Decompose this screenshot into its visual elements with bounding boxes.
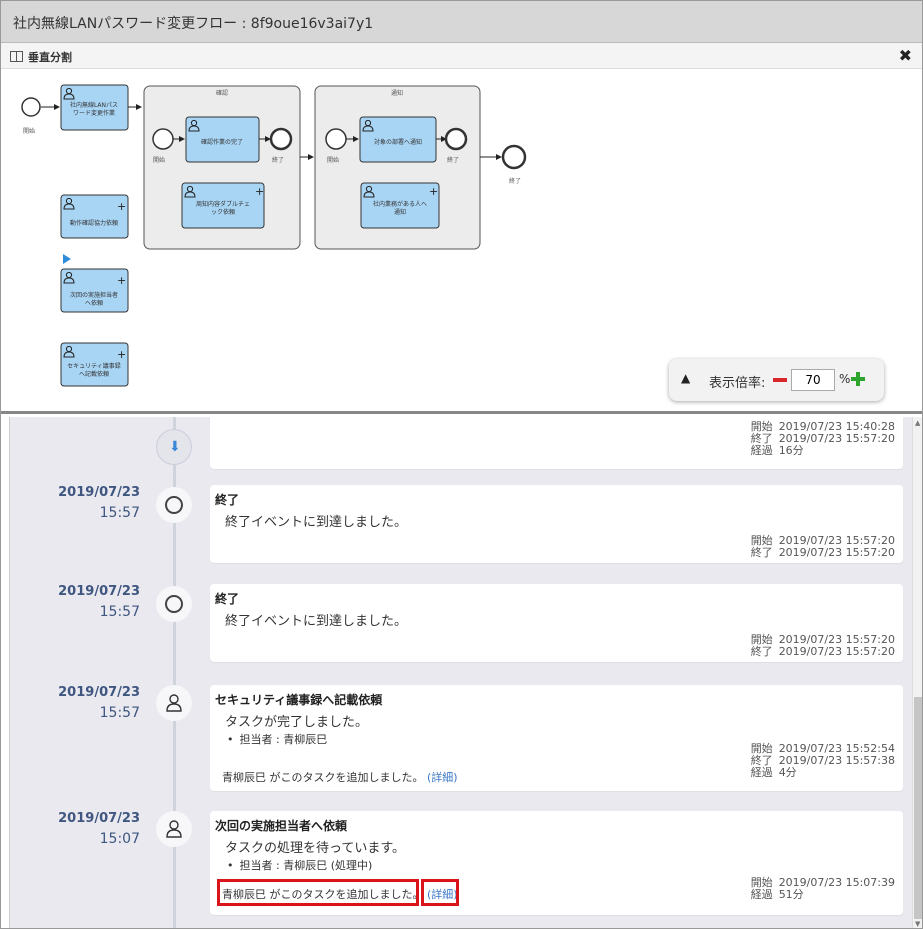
- end-event-marker: [156, 586, 192, 622]
- svg-text:+: +: [255, 185, 264, 198]
- task-next-assignee-line2: へ依頼: [85, 299, 103, 307]
- end-circle-icon: [165, 595, 183, 613]
- card-assignee: 担当者 : 青柳辰巳: [227, 731, 328, 747]
- highlight-detail-link: [421, 879, 459, 906]
- card-stats: 開始 2019/07/23 15:57:20 終了 2019/07/23 15:57…: [750, 633, 895, 658]
- added-by-text: 青柳辰巳 がこのタスクを追加しました。: [222, 771, 424, 784]
- entry-date: 2019/07/23: [58, 685, 140, 700]
- card-message: 終了イベントに到達しました。: [225, 515, 408, 530]
- notify-start-label: 開始: [327, 156, 339, 164]
- card-title: 終了: [215, 493, 240, 507]
- zoom-input[interactable]: [791, 369, 835, 391]
- start-label: 開始: [23, 127, 35, 135]
- confirm-start-event[interactable]: [152, 128, 174, 150]
- card-stats: 開始 2019/07/23 15:07:39 経過 51分: [750, 876, 895, 901]
- zoom-unit: %: [839, 372, 851, 386]
- entry-date: 2019/07/23: [58, 584, 140, 599]
- card-stats: 開始 2019/07/23 15:40:28 終了 2019/07/23 15:57…: [750, 420, 895, 457]
- notify-end-label: 終了: [447, 156, 459, 164]
- entry-time: 15:57: [99, 505, 140, 521]
- task-operation-check-label: 動作確認協力依頼: [70, 219, 118, 227]
- home-icon[interactable]: ▲: [681, 371, 690, 385]
- end-circle-icon: [165, 496, 183, 514]
- task-security-minutes-line2: へ記載依頼: [79, 370, 109, 378]
- subprocess-notify-title: 通知: [391, 89, 403, 97]
- flow-window: 社内無線LANパスワード変更フロー : 8f9oue16v3ai7y1 垂直分割…: [0, 0, 923, 929]
- card-stats: 開始 2019/07/23 15:52:54 終了 2019/07/23 15:57…: [750, 742, 895, 779]
- notify-start-event[interactable]: [325, 128, 347, 150]
- task-notify-department-label: 対象の部署へ通知: [374, 138, 422, 146]
- entry-time: 15:07: [99, 831, 140, 847]
- zoom-out-button[interactable]: [773, 378, 787, 382]
- card-stats: 開始 2019/07/23 15:57:20 終了 2019/07/23 15:57…: [750, 534, 895, 559]
- timeline-card: 終了 終了イベントに到達しました。 開始 2019/07/23 15:57:20 …: [210, 485, 903, 563]
- card-message: タスクの処理を待っています。: [225, 841, 406, 856]
- timeline-card-partial: 開始 2019/07/23 15:40:28 終了 2019/07/23 15:57…: [210, 417, 903, 469]
- flow-diagram: 開始 社内無線LANパス ワード変更作業 確認 開始 確認作業の完了 終了 + …: [1, 69, 922, 414]
- current-task-pointer: [63, 254, 71, 264]
- entry-date: 2019/07/23: [58, 485, 140, 500]
- card-footer: 青柳辰巳 がこのタスクを追加しました。 (詳細): [222, 769, 458, 785]
- entry-time: 15:57: [99, 705, 140, 721]
- arrow-down-icon: ⬇: [169, 439, 181, 455]
- user-icon: [166, 820, 182, 838]
- card-title: 終了: [215, 592, 240, 606]
- user-task-marker: [156, 685, 192, 721]
- highlight-added-by: [217, 879, 419, 906]
- toolbar: 垂直分割 ✖: [1, 43, 922, 69]
- svg-text:+: +: [117, 200, 126, 213]
- notify-end-event[interactable]: [444, 127, 468, 151]
- card-title: 次回の実施担当者へ依頼: [215, 819, 348, 833]
- scrollbar-thumb[interactable]: [914, 697, 922, 919]
- confirm-end-label: 終了: [272, 156, 284, 164]
- end-event-marker: [156, 487, 192, 523]
- task-confirm-complete-label: 確認作業の完了: [201, 138, 243, 146]
- entry-date: 2019/07/23: [58, 811, 140, 826]
- zoom-panel: ▲ 表示倍率: %: [669, 359, 884, 401]
- task-next-assignee-line1: 次回の実施担当者: [70, 291, 118, 299]
- timeline-card: セキュリティ議事録へ記載依頼 タスクが完了しました。 担当者 : 青柳辰巳 開始…: [210, 685, 903, 791]
- title-bar: 社内無線LANパスワード変更フロー : 8f9oue16v3ai7y1: [1, 1, 922, 43]
- scroll-down-marker[interactable]: ⬇: [156, 429, 192, 465]
- task-lan-password-line2: ワード変更作業: [73, 109, 115, 117]
- task-double-check-line2: ック依頼: [211, 208, 235, 216]
- zoom-in-button[interactable]: [851, 372, 865, 386]
- card-message: タスクが完了しました。: [225, 715, 369, 730]
- zoom-label: 表示倍率:: [709, 376, 766, 391]
- timeline-scrollbar[interactable]: ▲ ▼: [912, 417, 922, 928]
- detail-link[interactable]: (詳細): [427, 771, 458, 784]
- svg-text:+: +: [429, 185, 438, 198]
- scroll-down-icon[interactable]: ▼: [915, 920, 920, 928]
- timeline-card: 終了 終了イベントに到達しました。 開始 2019/07/23 15:57:20 …: [210, 584, 903, 662]
- card-message: 終了イベントに到達しました。: [225, 614, 408, 629]
- card-assignee: 担当者 : 青柳辰巳 (処理中): [227, 857, 373, 873]
- end-label: 終了: [509, 177, 521, 185]
- confirm-end-event[interactable]: [269, 127, 293, 151]
- split-view-icon[interactable]: [10, 51, 23, 62]
- user-icon: [166, 694, 182, 712]
- task-lan-password-line1: 社内無線LANパス: [70, 101, 118, 109]
- split-view-button[interactable]: 垂直分割: [28, 49, 72, 65]
- card-title: セキュリティ議事録へ記載依頼: [215, 693, 383, 707]
- task-notify-internal-line1: 社内業務がある人へ: [373, 200, 427, 208]
- window-title: 社内無線LANパスワード変更フロー : 8f9oue16v3ai7y1: [13, 16, 374, 32]
- start-event[interactable]: [21, 97, 41, 117]
- user-task-marker: [156, 811, 192, 847]
- task-security-minutes-line1: セキュリティ議事録: [67, 362, 121, 370]
- entry-time: 15:57: [99, 604, 140, 620]
- scroll-up-icon[interactable]: ▲: [915, 419, 920, 427]
- history-timeline: ⬇ 開始 2019/07/23 15:40:28 終了 2019/07/23 15:…: [9, 417, 912, 928]
- close-icon[interactable]: ✖: [899, 46, 912, 65]
- svg-text:+: +: [117, 274, 126, 287]
- end-event[interactable]: [501, 144, 527, 170]
- task-double-check-line1: 周知内容ダブルチェ: [196, 200, 250, 208]
- task-notify-internal-line2: 通知: [394, 208, 406, 216]
- subprocess-confirm-title: 確認: [216, 89, 228, 97]
- svg-text:+: +: [117, 348, 126, 361]
- confirm-start-label: 開始: [153, 156, 165, 164]
